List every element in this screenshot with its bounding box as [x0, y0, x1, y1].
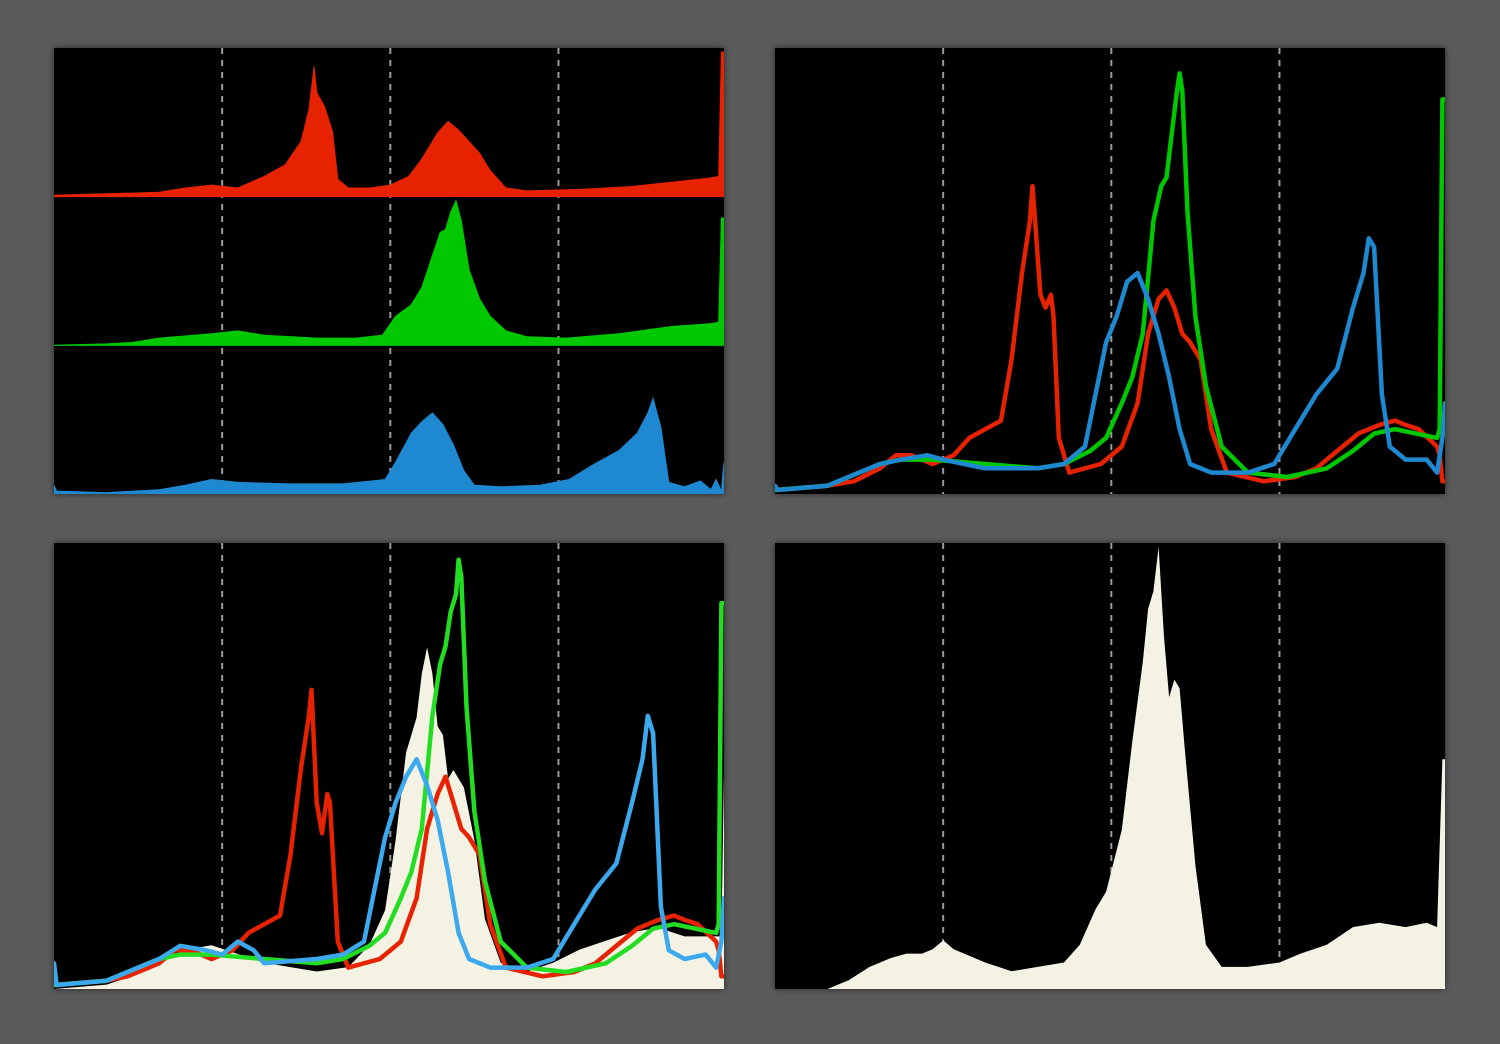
gridlines: [221, 48, 560, 494]
overlay-line-series-3: [775, 236, 1445, 493]
histogram-panel-rgb-overlay: [775, 48, 1445, 494]
histogram-rgb-parade-svg: [54, 48, 724, 494]
histogram-luminance-svg: [775, 543, 1445, 989]
histogram-panel-luminance: [775, 543, 1445, 989]
histogram-panel-rgb-luminance-overlay: [54, 543, 724, 989]
parade-area-series-2: [54, 199, 724, 346]
overlay-line-series-2: [54, 557, 724, 988]
parade-area-series-1: [54, 51, 724, 198]
parade-area-series-3: [54, 396, 724, 494]
overlay-line-series-2: [775, 71, 1445, 493]
luminance-area-series-1: [775, 547, 1445, 989]
histogram-rgb-luminance-overlay-svg: [54, 543, 724, 989]
histogram-panel-rgb-parade: [54, 48, 724, 494]
histogram-rgb-overlay-svg: [775, 48, 1445, 494]
